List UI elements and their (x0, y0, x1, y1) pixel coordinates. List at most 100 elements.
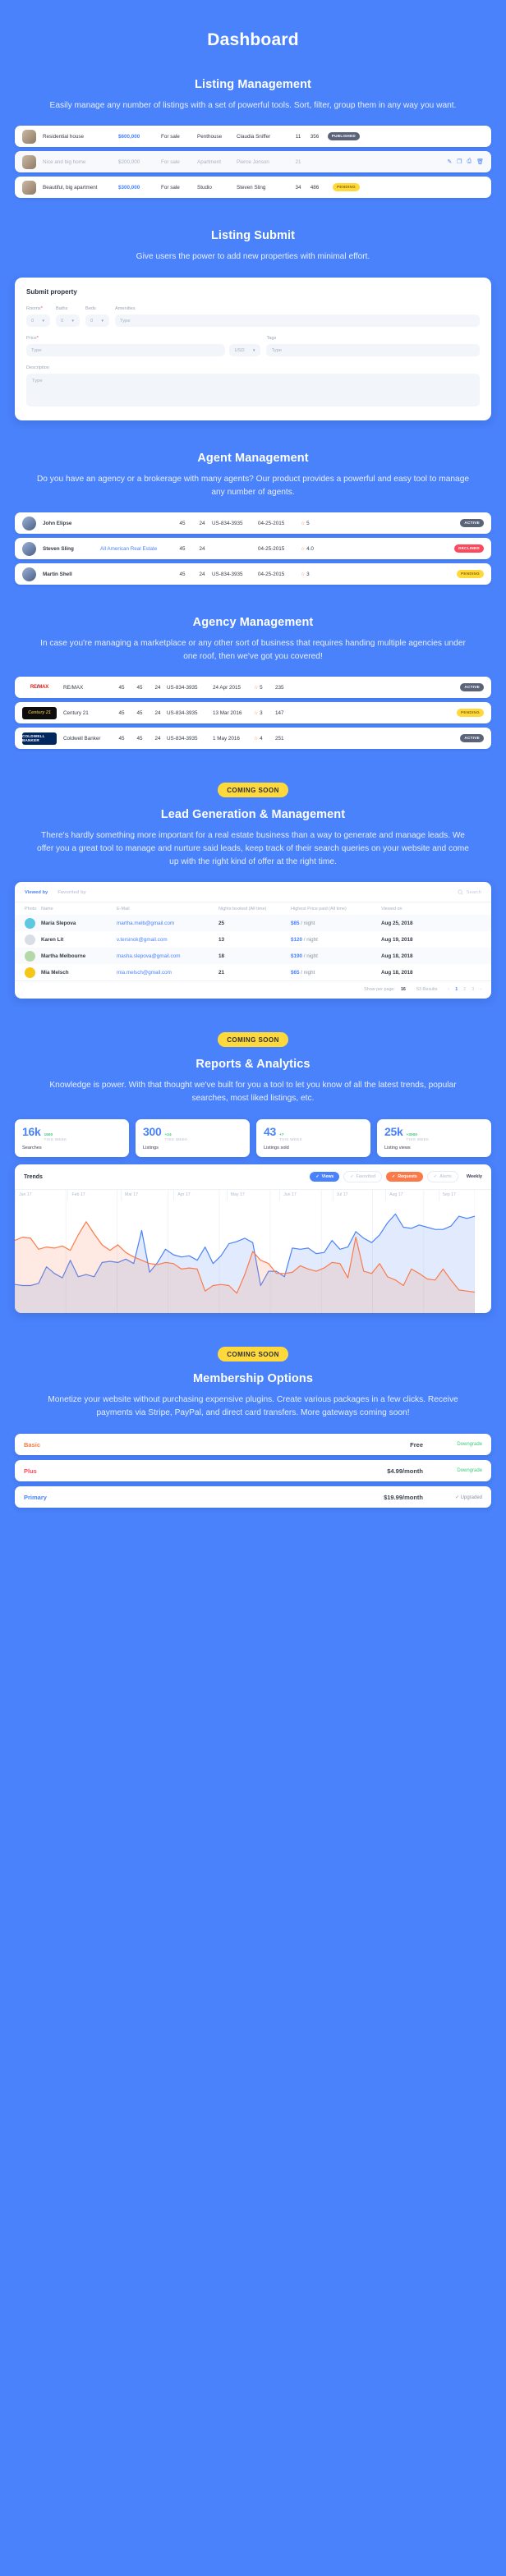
prev-page-button[interactable]: ‹ (448, 987, 449, 992)
section-listing-management: Listing Management Easily manage any num… (0, 78, 506, 198)
page-1-button[interactable]: 1 (455, 987, 458, 992)
stat-card: 300 +24 THIS WEEK Listings (136, 1119, 250, 1158)
coming-soon-badge: COMING SOON (218, 1032, 288, 1047)
baths-select[interactable]: 0 ▼ (56, 315, 80, 327)
tab-favorited-by[interactable]: Favorited by (58, 890, 85, 895)
plan-action-button[interactable]: Downgrade (423, 1468, 482, 1473)
amenities-input[interactable]: Type (115, 315, 480, 327)
edit-icon[interactable]: ✎ (447, 158, 452, 165)
baths-label: Baths (56, 306, 68, 311)
agent-date: 04-25-2015 (258, 545, 285, 552)
beds-value: 0 (90, 318, 94, 324)
plan-name: Primary (24, 1493, 47, 1501)
column-header: Photo (25, 906, 37, 911)
chart-period-selector[interactable]: Weekly (467, 1174, 482, 1179)
stat-period: THIS WEEK (406, 1137, 430, 1142)
plan-action-button[interactable]: Downgrade (423, 1442, 482, 1447)
stat-card: 16k 1500 THIS WEEK Searches (15, 1119, 129, 1158)
listing-count: 21 (295, 158, 301, 165)
avatar (22, 541, 36, 556)
listing-type: Studio (197, 184, 212, 191)
table-row[interactable]: Martin Shell 45 24 US-834-3935 04-25-2015 ☆ 3… (15, 563, 491, 585)
stat-value: 16k (22, 1125, 41, 1138)
list-item[interactable]: Karen Lit v.tersinok@gmail.com 13 $120 / ni… (15, 931, 491, 948)
avatar (22, 567, 36, 581)
views-count: 486 (310, 184, 320, 191)
plan-row[interactable]: Primary $19.99/month ✓ Upgraded (15, 1486, 491, 1508)
chart-toggle-favorited[interactable]: ✓ Favorited (343, 1171, 383, 1183)
chart-toggle-requests[interactable]: ✓ Requests (386, 1172, 423, 1182)
show-per-page-value[interactable]: 16 (401, 987, 406, 992)
list-item[interactable]: Maria Slepova martha.melb@gmail.com 25 $85 … (15, 915, 491, 931)
lead-email[interactable]: masha.slepova@gmail.com (117, 953, 218, 959)
star-icon: ☆ (254, 685, 259, 691)
agency-date: 13 Mar 2016 (213, 709, 242, 716)
avatar (25, 967, 35, 978)
lead-price: $85 / night (291, 920, 315, 926)
lead-email[interactable]: v.tersinok@gmail.com (117, 937, 218, 943)
listing-agent: Pierce Jonson (237, 158, 269, 165)
agency-num3: 24 (154, 684, 161, 691)
page-2-button[interactable]: 2 (463, 987, 466, 992)
leads-search[interactable]: Search (458, 889, 481, 895)
section-reports-analytics: COMING SOON Reports & Analytics Knowledg… (0, 1031, 506, 1314)
agency-num3: 24 (154, 709, 161, 716)
baths-group: Baths 0 ▼ (56, 306, 80, 327)
description-textarea[interactable]: Type (26, 374, 480, 406)
agency-num1: 45 (118, 735, 125, 742)
agency-num1: 45 (118, 684, 125, 691)
page-3-button[interactable]: 3 (472, 987, 474, 992)
beds-select[interactable]: 0 ▼ (85, 315, 109, 327)
table-row[interactable]: Beautiful, big apartment $300,000 For sale… (15, 177, 491, 198)
membership-plans: Basic Free Downgrade Plus $4.99/month Downgra… (0, 1434, 506, 1508)
plan-action-button[interactable]: ✓ Upgraded (423, 1495, 482, 1500)
table-row[interactable]: RE / MAX RE/MAX 45 45 24 US-834-3935 24 Apr 2015… (15, 677, 491, 698)
print-icon[interactable]: ⎙ (467, 158, 472, 165)
plan-row[interactable]: Plus $4.99/month Downgrade (15, 1460, 491, 1482)
listing-name: Residential house (43, 133, 85, 140)
listing-thumbnail (22, 129, 36, 144)
copy-icon[interactable]: ❐ (457, 158, 462, 165)
x-tick-label: Sep 17 (438, 1190, 491, 1201)
agency-license: US-834-3935 (167, 684, 198, 691)
chart-toggle-views[interactable]: ✓ Views (310, 1172, 340, 1182)
table-row[interactable]: Nice and big home $200,000 For sale Apartme… (15, 151, 491, 172)
status-badge: PENDING (332, 183, 360, 191)
agent-agency[interactable]: All American Real Estate (100, 546, 172, 552)
tags-group: Tags Type (266, 336, 480, 356)
agent-license: US-834-3935 (212, 571, 243, 577)
trash-icon[interactable]: 🗑 (476, 158, 484, 165)
form-row-price: Price* Type USD ▼ Tags Type (26, 336, 480, 356)
stat-value: 25k (384, 1125, 403, 1138)
table-row[interactable]: Century 21 Century 21 45 45 24 US-834-3935 13 … (15, 702, 491, 723)
lead-email[interactable]: martha.melb@gmail.com (117, 921, 218, 926)
section-membership: COMING SOON Membership Options Monetize … (0, 1346, 506, 1508)
list-item[interactable]: Mia Melsch mia.melsch@gmail.com 21 $65 / ni… (15, 964, 491, 980)
chart-toggle-alerts[interactable]: ✓ Alerts (426, 1171, 458, 1183)
table-row[interactable]: Steven Sling All American Real Estate 45 24… (15, 538, 491, 559)
table-row[interactable]: Residential house $600,000 For sale Penthou… (15, 126, 491, 147)
table-row[interactable]: COLDWELL BANKER Coldwell Banker 45 45 24 US-8… (15, 728, 491, 749)
next-page-button[interactable]: › (480, 987, 481, 992)
agency-license: US-834-3935 (167, 709, 198, 716)
leads-pagination: Show per page: 16 53 Results ‹ 1 2 3 › (15, 980, 491, 999)
chevron-down-icon: ▼ (71, 319, 75, 323)
table-row[interactable]: John Elipse 45 24 US-834-3935 04-25-2015 ☆ 5 A… (15, 512, 491, 534)
rooms-select[interactable]: 0 ▼ (26, 315, 50, 327)
lead-email[interactable]: mia.melsch@gmail.com (117, 970, 218, 976)
column-header: Nights booked (All time) (218, 906, 267, 911)
section-agency-management: Agency Management In case you're managin… (0, 616, 506, 749)
agency-name: Coldwell Banker (63, 735, 101, 742)
plan-row[interactable]: Basic Free Downgrade (15, 1434, 491, 1456)
lead-nights: 18 (218, 953, 225, 959)
chevron-down-icon: ▼ (41, 319, 45, 323)
tab-viewed-by[interactable]: Viewed by (25, 890, 48, 895)
check-icon: ✓ (315, 1174, 320, 1180)
price-label: Price* (26, 336, 39, 341)
currency-select[interactable]: USD ▼ (229, 344, 261, 356)
price-input[interactable]: Type (26, 344, 226, 356)
page-title: Dashboard (207, 30, 299, 49)
agency-listings: 251 (275, 735, 284, 742)
tags-input[interactable]: Type (266, 344, 480, 356)
list-item[interactable]: Martha Melbourne masha.slepova@gmail.com 1… (15, 948, 491, 964)
